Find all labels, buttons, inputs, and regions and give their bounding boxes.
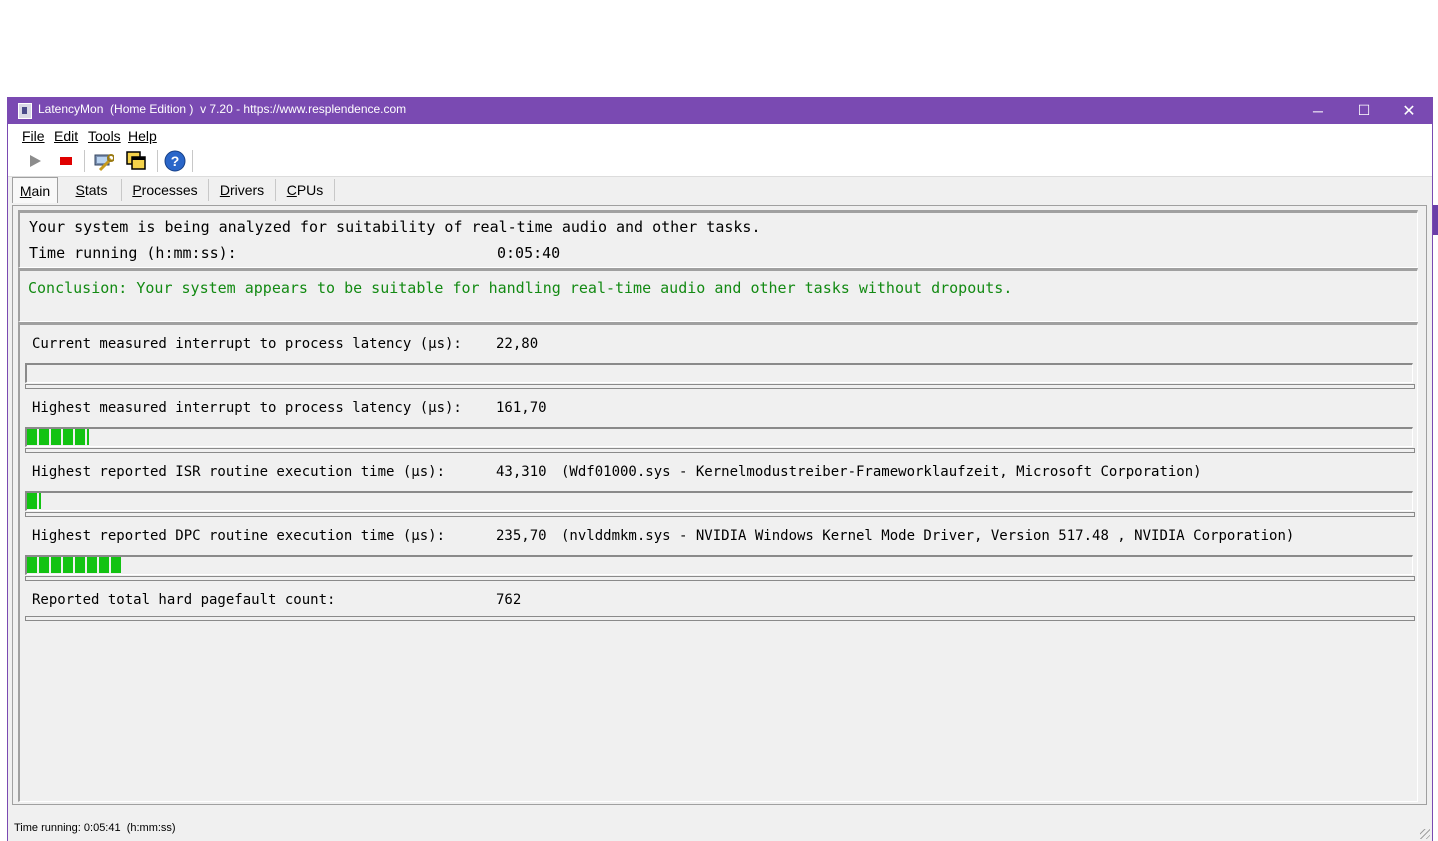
svg-text:?: ? [171, 153, 180, 169]
latency-bar [25, 555, 1413, 575]
metric-label: Highest reported DPC routine execution t… [32, 528, 446, 544]
tab-processes-label: Processes [132, 182, 198, 198]
tab-stats[interactable]: Stats [62, 179, 122, 201]
tab-main-label: Main [19, 182, 51, 199]
status-panel: Your system is being analyzed for suitab… [18, 210, 1418, 268]
latency-bar [25, 363, 1413, 383]
pagefault-label: Reported total hard pagefault count: [32, 592, 336, 608]
metric-driver-detail: (nvlddmkm.sys - NVIDIA Windows Kernel Mo… [561, 528, 1295, 544]
bar-underline [25, 616, 1415, 621]
metric-value: 43,310 [496, 464, 547, 480]
metric-label: Highest reported ISR routine execution t… [32, 464, 446, 480]
metric-label: Current measured interrupt to process la… [32, 336, 462, 352]
play-icon [30, 155, 41, 167]
metric-label: Highest measured interrupt to process la… [32, 400, 462, 416]
time-running-label: Time running (h:mm:ss): [29, 244, 237, 262]
latency-bar-fill [27, 493, 41, 509]
pagefault-value: 762 [496, 592, 522, 608]
bar-underline [25, 384, 1415, 389]
latency-bar-fill [27, 429, 89, 445]
help-icon: ? [164, 150, 186, 172]
tab-drivers-label: Drivers [219, 182, 265, 198]
menu-help[interactable]: Help [128, 128, 157, 144]
menu-help-label: Help [128, 128, 157, 144]
menu-edit-label: Edit [54, 128, 79, 144]
time-running-value: 0:05:40 [497, 244, 561, 262]
bar-underline [25, 576, 1415, 581]
metrics-panel: Current measured interrupt to process la… [18, 322, 1418, 802]
settings-button[interactable] [92, 150, 115, 172]
windows-button[interactable] [125, 150, 147, 172]
minimize-button[interactable]: ─ [1295, 97, 1341, 124]
stop-button[interactable] [55, 150, 77, 172]
app-icon [18, 103, 32, 119]
help-button[interactable]: ? [164, 150, 186, 172]
menu-bar: File Edit Tools Help [8, 124, 1432, 146]
latency-bar-fill [27, 557, 121, 573]
latency-bar [25, 427, 1413, 447]
tab-stats-label: Stats [75, 182, 108, 198]
latencymon-window: LatencyMon (Home Edition ) v 7.20 - http… [7, 97, 1433, 841]
close-button[interactable]: ✕ [1386, 97, 1432, 124]
tab-main[interactable]: Main [12, 177, 58, 203]
play-button[interactable] [24, 150, 46, 172]
menu-tools-label: Tools [88, 128, 121, 144]
metric-driver-detail: (Wdf01000.sys - Kernelmodustreiber-Frame… [561, 464, 1202, 480]
tab-cpus[interactable]: CPUs [276, 179, 335, 201]
bar-underline [25, 448, 1415, 453]
tab-cpus-label: CPUs [286, 182, 324, 198]
latency-bar [25, 491, 1413, 511]
metric-value: 235,70 [496, 528, 547, 544]
metric-value: 22,80 [496, 336, 539, 352]
maximize-button[interactable]: ☐ [1341, 97, 1387, 124]
toolbar-separator [192, 150, 193, 172]
windows-icon [126, 151, 146, 170]
analysis-status-text: Your system is being analyzed for suitab… [29, 218, 761, 236]
wrench-icon [94, 154, 115, 172]
status-bar-text: Time running: 0:05:41 (h:mm:ss) [14, 822, 176, 834]
toolbar-separator [157, 150, 158, 172]
metric-value: 161,70 [496, 400, 547, 416]
toolbar: ? [8, 146, 1432, 177]
toolbar-separator [84, 150, 85, 172]
main-tab-content: Your system is being analyzed for suitab… [12, 205, 1427, 805]
tab-strip: Main Stats Processes Drivers CPUs [8, 177, 1432, 204]
menu-file[interactable]: File [22, 128, 45, 144]
menu-edit[interactable]: Edit [54, 128, 78, 144]
title-bar[interactable]: LatencyMon (Home Edition ) v 7.20 - http… [8, 97, 1432, 124]
conclusion-panel: Conclusion: Your system appears to be su… [18, 268, 1418, 322]
status-bar: Time running: 0:05:41 (h:mm:ss) [8, 819, 1432, 841]
tab-processes[interactable]: Processes [122, 179, 209, 201]
stop-icon [60, 157, 72, 165]
conclusion-text: Conclusion: Your system appears to be su… [28, 279, 1013, 297]
bar-underline [25, 512, 1415, 517]
window-title: LatencyMon (Home Edition ) v 7.20 - http… [38, 102, 407, 116]
tab-drivers[interactable]: Drivers [209, 179, 276, 201]
menu-file-label: File [22, 128, 45, 144]
resize-grip-icon[interactable] [1420, 829, 1430, 839]
menu-tools[interactable]: Tools [88, 128, 121, 144]
desktop-background [0, 0, 1438, 97]
